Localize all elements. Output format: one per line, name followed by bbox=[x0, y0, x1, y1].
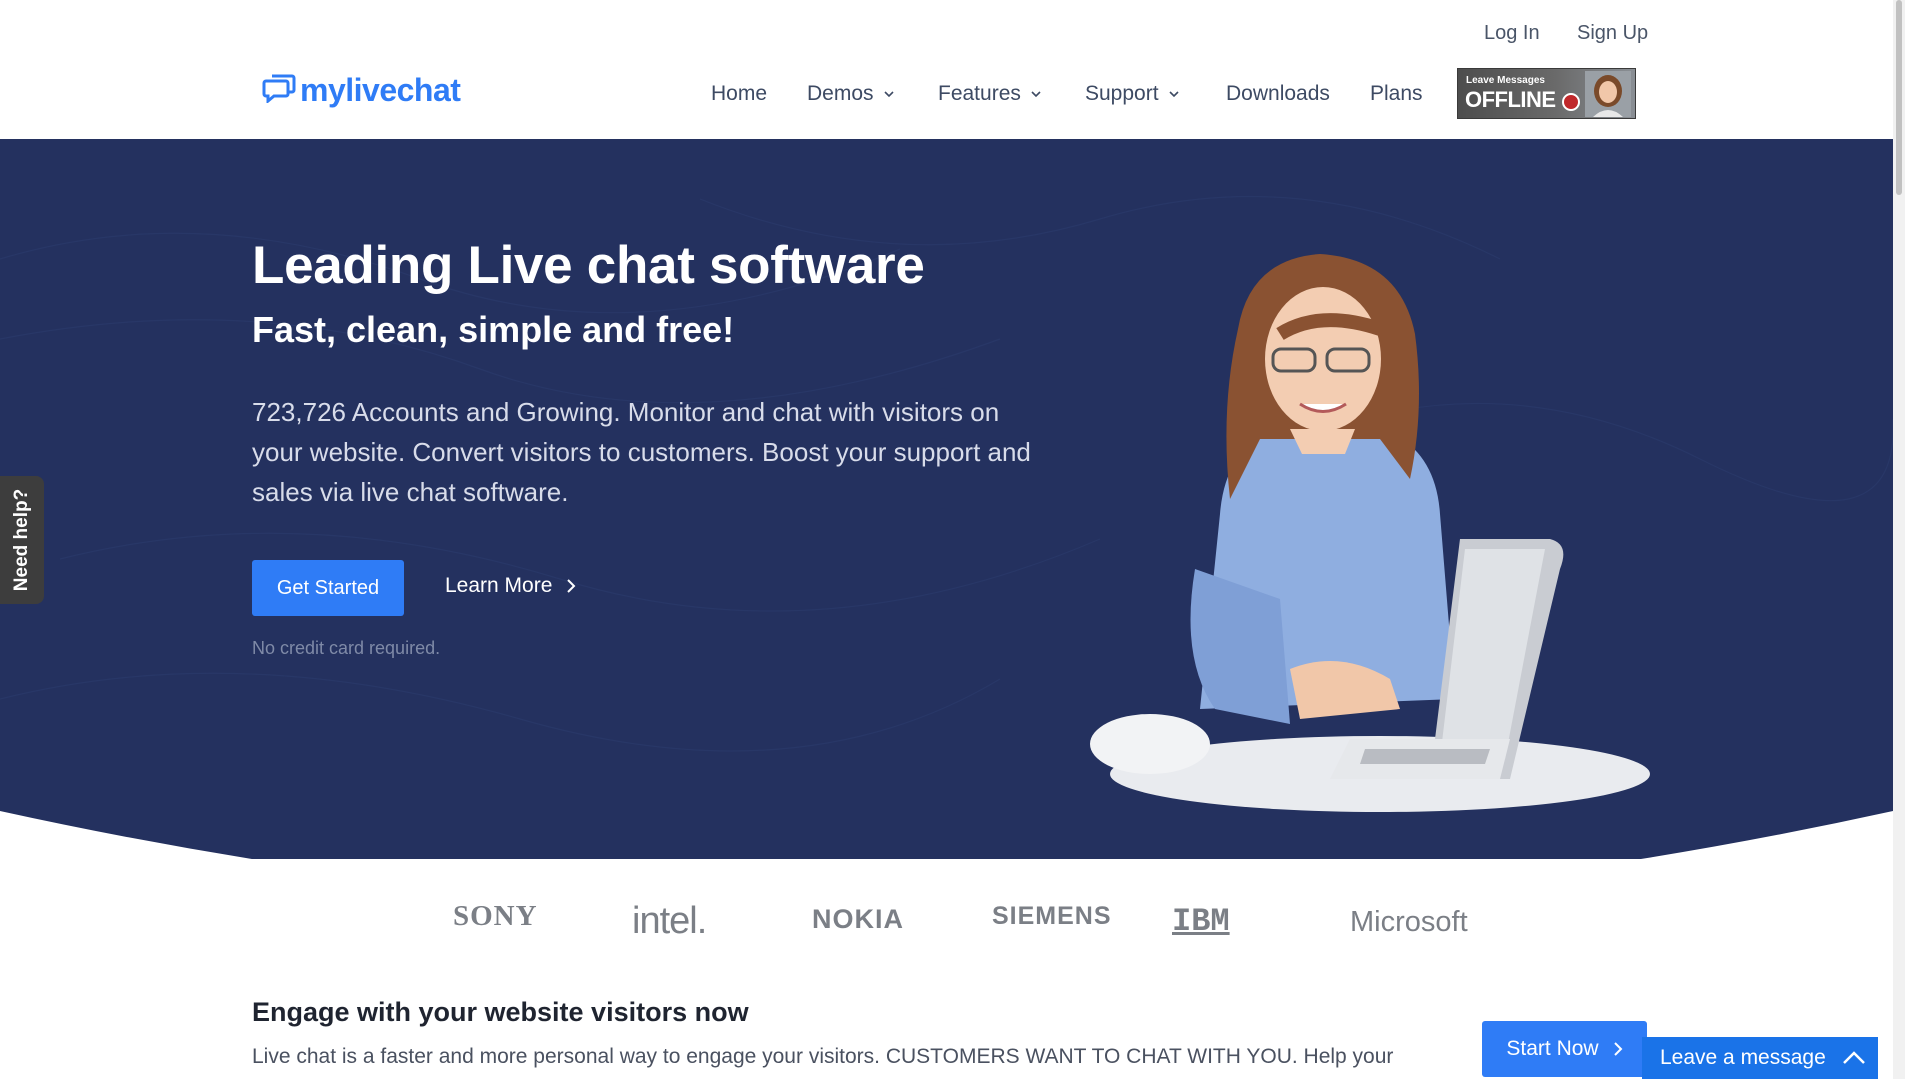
chat-bubble-icon bbox=[262, 73, 296, 108]
chevron-right-icon bbox=[567, 579, 576, 593]
offline-badge-small-text: Leave Messages bbox=[1466, 75, 1545, 86]
woman-laptop-illustration bbox=[1090, 254, 1650, 812]
nav-demos-label: Demos bbox=[807, 82, 874, 105]
leave-message-label: Leave a message bbox=[1660, 1046, 1826, 1069]
microsoft-logo: Microsoft bbox=[1350, 906, 1468, 938]
signup-link[interactable]: Sign Up bbox=[1577, 22, 1648, 45]
siemens-logo: SIEMENS bbox=[992, 902, 1112, 930]
nav-support-label: Support bbox=[1085, 82, 1159, 105]
need-help-tab[interactable]: Need help? bbox=[0, 476, 44, 604]
nav-downloads[interactable]: Downloads bbox=[1226, 82, 1330, 106]
scrollbar-thumb[interactable] bbox=[1896, 0, 1902, 195]
chevron-down-icon bbox=[1168, 91, 1179, 98]
intel-logo: intel. bbox=[632, 900, 707, 942]
logo-text: mylivechat bbox=[300, 72, 461, 108]
nav-features[interactable]: Features bbox=[938, 82, 1043, 106]
offline-badge-text: OFFLINE bbox=[1465, 87, 1556, 112]
logo[interactable]: mylivechat bbox=[262, 72, 461, 109]
chevron-right-icon bbox=[1613, 1042, 1623, 1056]
learn-more-label: Learn More bbox=[445, 574, 553, 597]
learn-more-link[interactable]: Learn More bbox=[445, 574, 576, 598]
need-help-label: Need help? bbox=[11, 488, 32, 592]
hero-description: 723,726 Accounts and Growing. Monitor an… bbox=[252, 397, 1031, 507]
nav-home-label: Home bbox=[711, 82, 768, 105]
offline-chat-badge[interactable]: Leave Messages OFFLINE bbox=[1457, 68, 1636, 119]
nav-plans[interactable]: Plans bbox=[1370, 82, 1423, 106]
agent-avatar-icon bbox=[1585, 71, 1631, 117]
nav-support[interactable]: Support bbox=[1085, 82, 1181, 106]
ibm-logo: IBM bbox=[1172, 903, 1230, 940]
sony-logo: SONY bbox=[453, 900, 538, 932]
leave-message-widget[interactable]: Leave a message bbox=[1642, 1037, 1878, 1079]
status-dot-icon bbox=[1562, 93, 1580, 111]
nav-plans-label: Plans bbox=[1370, 82, 1423, 105]
engage-title: Engage with your website visitors now bbox=[252, 997, 749, 1027]
get-started-button[interactable]: Get Started bbox=[252, 560, 404, 616]
hero-subtitle: Fast, clean, simple and free! bbox=[252, 309, 735, 350]
chevron-down-icon bbox=[883, 91, 894, 98]
start-now-label: Start Now bbox=[1506, 1037, 1599, 1060]
chevron-up-icon bbox=[1843, 1051, 1865, 1064]
nokia-logo: NOKIA bbox=[812, 904, 904, 934]
chevron-down-icon bbox=[1031, 91, 1041, 98]
nav-home[interactable]: Home bbox=[711, 82, 767, 106]
no-credit-card-note: No credit card required. bbox=[252, 638, 441, 658]
nav-downloads-label: Downloads bbox=[1226, 82, 1330, 105]
nav-demos[interactable]: Demos bbox=[807, 82, 896, 106]
login-link[interactable]: Log In bbox=[1484, 22, 1540, 45]
engage-text: Live chat is a faster and more personal … bbox=[252, 1045, 1394, 1068]
start-now-button[interactable]: Start Now bbox=[1482, 1021, 1647, 1077]
hero-title: Leading Live chat software bbox=[252, 236, 925, 295]
nav-features-label: Features bbox=[938, 82, 1021, 105]
